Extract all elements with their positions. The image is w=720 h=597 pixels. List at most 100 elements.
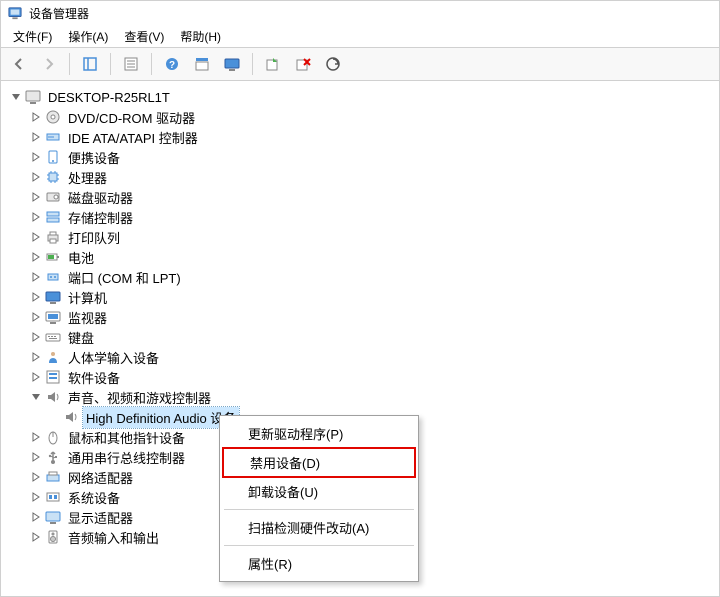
- tree-category-label: 键盘: [65, 327, 97, 348]
- display-icon: [45, 509, 61, 525]
- tree-root-node[interactable]: DESKTOP-R25RL1T: [9, 87, 719, 107]
- context-scan-hardware[interactable]: 扫描检测硬件改动(A): [222, 514, 416, 541]
- expand-toggle[interactable]: [29, 510, 43, 524]
- tree-category-label: 系统设备: [65, 487, 123, 508]
- context-update-driver[interactable]: 更新驱动程序(P): [222, 420, 416, 447]
- toolbar-properties-button[interactable]: [117, 50, 145, 78]
- expand-toggle[interactable]: [29, 170, 43, 184]
- tree-category-node[interactable]: 电池: [9, 247, 719, 267]
- tree-category-label: 鼠标和其他指针设备: [65, 427, 188, 448]
- disc-icon: [45, 109, 61, 125]
- expand-toggle[interactable]: [29, 370, 43, 384]
- expand-toggle[interactable]: [29, 350, 43, 364]
- expand-toggle[interactable]: [29, 490, 43, 504]
- expand-toggle[interactable]: [29, 290, 43, 304]
- tree-category-label: 音频输入和输出: [65, 527, 162, 548]
- toolbar-separator: [110, 53, 111, 75]
- tree-category-node[interactable]: DVD/CD-ROM 驱动器: [9, 107, 719, 127]
- tree-category-label: 通用串行总线控制器: [65, 447, 188, 468]
- network-icon: [45, 469, 61, 485]
- expand-toggle[interactable]: [29, 330, 43, 344]
- tree-category-node[interactable]: 存储控制器: [9, 207, 719, 227]
- context-properties[interactable]: 属性(R): [222, 550, 416, 577]
- toolbar-back-button[interactable]: [5, 50, 33, 78]
- expand-toggle[interactable]: [29, 130, 43, 144]
- toolbar-enable-button[interactable]: [259, 50, 287, 78]
- tree-category-node[interactable]: 磁盘驱动器: [9, 187, 719, 207]
- menu-action[interactable]: 操作(A): [60, 26, 116, 47]
- tree-category-node[interactable]: 计算机: [9, 287, 719, 307]
- title-bar: 设备管理器: [1, 1, 719, 25]
- tree-category-node[interactable]: 端口 (COM 和 LPT): [9, 267, 719, 287]
- system-icon: [45, 489, 61, 505]
- storage-icon: [45, 209, 61, 225]
- expand-toggle[interactable]: [9, 90, 23, 104]
- tree-category-node[interactable]: 键盘: [9, 327, 719, 347]
- port-icon: [45, 269, 61, 285]
- hid-icon: [45, 349, 61, 365]
- context-disable-device[interactable]: 禁用设备(D): [222, 447, 416, 478]
- tree-category-label: DVD/CD-ROM 驱动器: [65, 107, 198, 128]
- menu-file[interactable]: 文件(F): [5, 26, 60, 47]
- context-uninstall-device[interactable]: 卸载设备(U): [222, 478, 416, 505]
- tree-category-label: 处理器: [65, 167, 110, 188]
- sound-icon: [63, 409, 79, 425]
- tree-category-label: 声音、视频和游戏控制器: [65, 387, 214, 408]
- device-tree[interactable]: DESKTOP-R25RL1T DVD/CD-ROM 驱动器IDE ATA/AT…: [1, 81, 719, 596]
- tree-category-node[interactable]: 人体学输入设备: [9, 347, 719, 367]
- tree-category-label: 监视器: [65, 307, 110, 328]
- menu-help[interactable]: 帮助(H): [172, 26, 229, 47]
- toolbar-separator: [252, 53, 253, 75]
- toolbar-scan-button[interactable]: [319, 50, 347, 78]
- disk-icon: [45, 189, 61, 205]
- expand-toggle[interactable]: [29, 250, 43, 264]
- expand-toggle[interactable]: [29, 450, 43, 464]
- expand-toggle[interactable]: [29, 270, 43, 284]
- tree-root-label: DESKTOP-R25RL1T: [45, 89, 173, 106]
- print-icon: [45, 229, 61, 245]
- computer-icon: [25, 89, 41, 105]
- toolbar-separator: [151, 53, 152, 75]
- toolbar-uninstall-button[interactable]: [289, 50, 317, 78]
- app-icon: [7, 5, 23, 21]
- expand-toggle[interactable]: [29, 110, 43, 124]
- expand-toggle[interactable]: [29, 530, 43, 544]
- expand-toggle[interactable]: [29, 210, 43, 224]
- context-menu: 更新驱动程序(P) 禁用设备(D) 卸载设备(U) 扫描检测硬件改动(A) 属性…: [219, 415, 419, 582]
- tree-category-label: 计算机: [65, 287, 110, 308]
- tree-category-label: 便携设备: [65, 147, 123, 168]
- ide-icon: [45, 129, 61, 145]
- toolbar-help-button[interactable]: ?: [158, 50, 186, 78]
- svg-text:?: ?: [169, 60, 175, 71]
- menu-view[interactable]: 查看(V): [116, 26, 172, 47]
- toolbar-action-button[interactable]: [188, 50, 216, 78]
- tree-category-node[interactable]: 打印队列: [9, 227, 719, 247]
- expand-toggle[interactable]: [29, 430, 43, 444]
- tree-category-node[interactable]: 监视器: [9, 307, 719, 327]
- toolbar: ?: [1, 47, 719, 81]
- window-title: 设备管理器: [29, 5, 89, 22]
- expand-toggle[interactable]: [29, 470, 43, 484]
- menu-bar: 文件(F) 操作(A) 查看(V) 帮助(H): [1, 25, 719, 47]
- keyboard-icon: [45, 329, 61, 345]
- expand-toggle[interactable]: [29, 190, 43, 204]
- tree-category-node[interactable]: 软件设备: [9, 367, 719, 387]
- toolbar-monitor-button[interactable]: [218, 50, 246, 78]
- tree-category-label: 打印队列: [65, 227, 123, 248]
- tree-category-label: 软件设备: [65, 367, 123, 388]
- battery-icon: [45, 249, 61, 265]
- expand-toggle[interactable]: [29, 150, 43, 164]
- expand-toggle[interactable]: [29, 390, 43, 404]
- toolbar-show-hide-button[interactable]: [76, 50, 104, 78]
- tree-category-node[interactable]: IDE ATA/ATAPI 控制器: [9, 127, 719, 147]
- tree-category-label: 电池: [65, 247, 97, 268]
- tree-category-label: 网络适配器: [65, 467, 136, 488]
- toolbar-forward-button[interactable]: [35, 50, 63, 78]
- audio-icon: [45, 529, 61, 545]
- tree-category-node[interactable]: 处理器: [9, 167, 719, 187]
- expand-toggle[interactable]: [29, 310, 43, 324]
- tree-category-node[interactable]: 声音、视频和游戏控制器: [9, 387, 719, 407]
- expand-toggle[interactable]: [29, 230, 43, 244]
- tree-category-node[interactable]: 便携设备: [9, 147, 719, 167]
- cpu-icon: [45, 169, 61, 185]
